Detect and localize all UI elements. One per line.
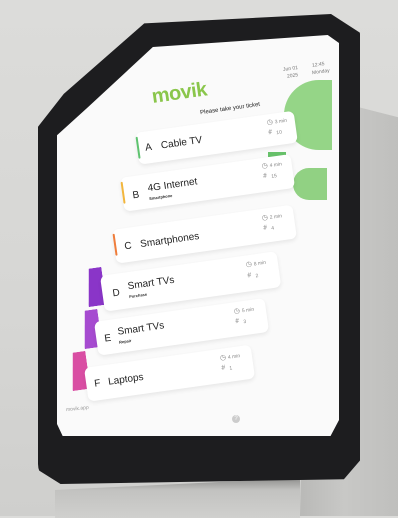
wait-time: 4 min <box>269 161 283 170</box>
queue-icon: # <box>246 271 252 280</box>
queue-icon: # <box>262 172 268 181</box>
clock-icon: ◷ <box>261 214 269 222</box>
service-title: Smart TVs <box>116 320 166 338</box>
wait-time: 8 min <box>253 259 267 268</box>
service-title: Cable TV <box>160 134 203 152</box>
service-letter: D <box>111 287 121 300</box>
service-letter: A <box>144 141 153 154</box>
service-title: 4G Internet <box>146 176 199 195</box>
service-letter: F <box>93 377 102 390</box>
queue-icon: # <box>234 317 240 326</box>
service-subtitle: Repair <box>118 338 132 345</box>
service-letter: B <box>131 189 140 202</box>
service-subtitle: Purchase <box>128 291 148 300</box>
queue-icon: # <box>267 128 273 137</box>
queue-count: 1 <box>229 365 233 372</box>
queue-count: 2 <box>255 272 259 280</box>
clock-icon: ◷ <box>261 162 269 171</box>
clock-icon: ◷ <box>266 118 274 127</box>
decorative-arc-lower <box>293 168 327 200</box>
queue-count: 15 <box>270 173 278 180</box>
queue-count: 4 <box>270 225 275 232</box>
clock-icon: ◷ <box>219 354 227 362</box>
queue-icon: # <box>220 364 226 372</box>
wait-time: 3 min <box>274 117 288 126</box>
service-letter: E <box>103 332 112 345</box>
queue-icon: # <box>262 224 268 232</box>
kiosk-screen <box>0 0 398 516</box>
help-icon[interactable]: ? <box>232 415 240 423</box>
wait-time: 5 min <box>241 306 255 315</box>
service-title: Laptops <box>107 371 145 388</box>
queue-count: 10 <box>276 129 283 137</box>
service-title: Smart TVs <box>126 274 176 293</box>
service-title: Smartphones <box>139 230 200 251</box>
queue-count: 3 <box>243 318 247 326</box>
clock-icon: ◷ <box>245 260 253 269</box>
wait-time: 4 min <box>227 353 241 361</box>
clock-icon: ◷ <box>233 307 241 316</box>
wait-time: 2 min <box>269 213 283 221</box>
service-subtitle: Smartphone <box>148 192 173 202</box>
service-letter: C <box>123 240 133 253</box>
